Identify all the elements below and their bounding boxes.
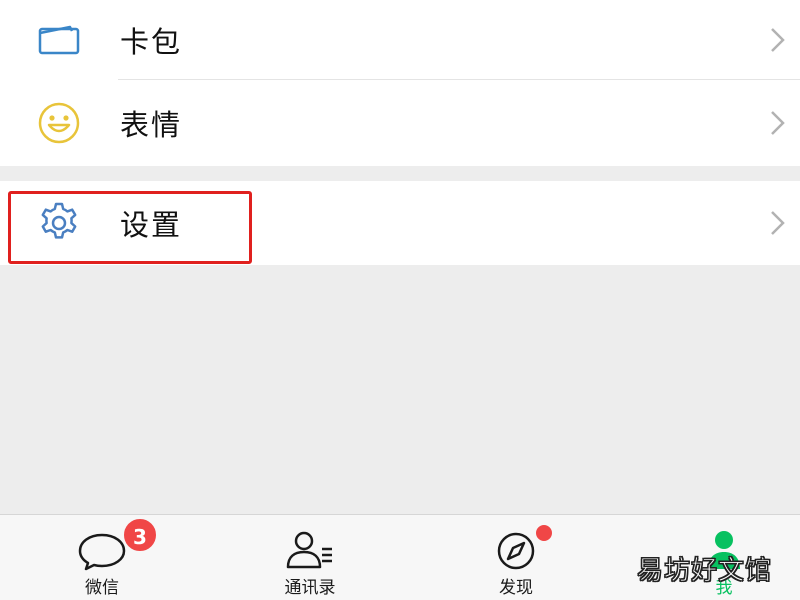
card-pack-label: 卡包 xyxy=(120,24,183,59)
tab-contacts-label: 通讯录 xyxy=(284,578,336,598)
tab-discover-label: 发现 xyxy=(499,578,533,598)
tab-chats[interactable]: 3 微信 xyxy=(42,515,162,600)
chevron-right-icon xyxy=(771,111,785,135)
menu-item-card-pack[interactable]: 卡包 xyxy=(0,0,800,79)
contacts-icon xyxy=(286,531,332,569)
menu-item-stickers[interactable]: 表情 xyxy=(0,80,800,166)
menu-group-top: 卡包 表情 xyxy=(0,0,800,166)
smiley-icon xyxy=(36,100,82,146)
card-wallet-icon xyxy=(36,17,82,63)
watermark: 易坊好文馆 xyxy=(636,556,772,587)
unread-badge: 3 xyxy=(122,517,158,553)
tab-discover[interactable]: 发现 xyxy=(456,515,576,600)
stickers-label: 表情 xyxy=(120,108,183,142)
me-page: 卡包 表情 设置 3 微信 通讯录 发现 我 易坊好文馆 xyxy=(0,0,800,600)
tab-chats-label: 微信 xyxy=(85,578,119,598)
chevron-right-icon xyxy=(771,211,785,235)
settings-highlight-box xyxy=(8,191,252,264)
discover-notification-dot xyxy=(534,523,554,543)
tab-contacts[interactable]: 通讯录 xyxy=(250,515,370,600)
chevron-right-icon xyxy=(771,27,785,52)
